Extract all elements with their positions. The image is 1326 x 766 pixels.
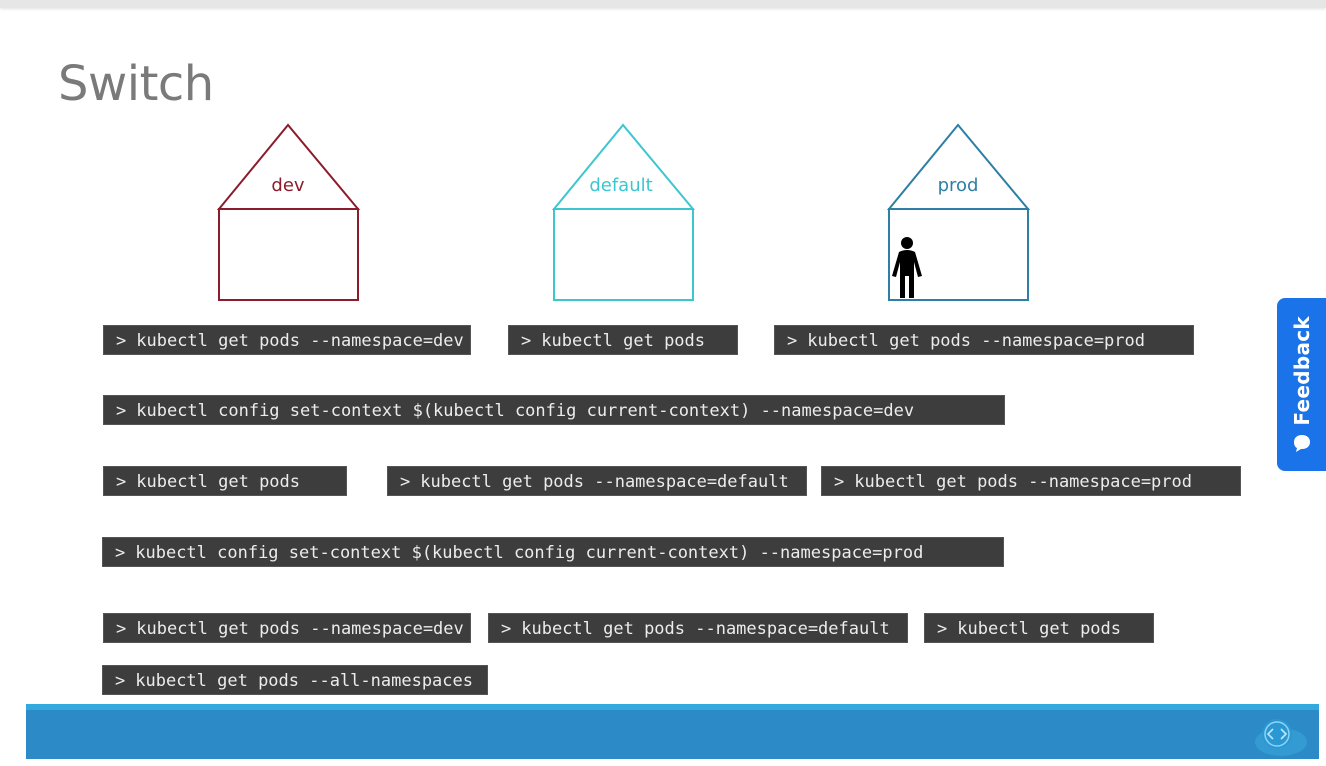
command-get-pods-default: > kubectl get pods --namespace=default (387, 466, 807, 496)
house-prod: prod (886, 123, 1031, 301)
command-get-pods-default: > kubectl get pods --namespace=default (488, 613, 908, 643)
command-get-pods-dev: > kubectl get pods --namespace=dev (103, 325, 471, 355)
slide-footer (26, 704, 1319, 759)
command-get-pods-all-namespaces: > kubectl get pods --all-namespaces (102, 665, 488, 695)
house-label-default: default (589, 175, 652, 196)
command-get-pods-dev: > kubectl get pods --namespace=dev (103, 613, 471, 643)
feedback-button[interactable]: Feedback (1277, 298, 1326, 471)
feedback-label: Feedback (1289, 315, 1314, 426)
namespace-houses: dev default prod (216, 123, 1031, 301)
command-set-context-dev: > kubectl config set-context $(kubectl co… (103, 395, 1005, 425)
command-get-pods: > kubectl get pods (103, 466, 347, 496)
house-label-prod: prod (938, 175, 979, 196)
house-default: default (551, 123, 696, 301)
command-set-context-prod: > kubectl config set-context $(kubectl co… (102, 537, 1004, 567)
house-label-dev: dev (271, 175, 305, 196)
speech-bubble-icon (1293, 435, 1310, 453)
house-dev: dev (216, 123, 361, 301)
command-get-pods: > kubectl get pods (924, 613, 1154, 643)
command-get-pods-prod: > kubectl get pods --namespace=prod (821, 466, 1241, 496)
command-get-pods: > kubectl get pods (508, 325, 738, 355)
person-icon (892, 237, 922, 298)
cloud-code-logo-icon (1255, 719, 1307, 756)
command-get-pods-prod: > kubectl get pods --namespace=prod (774, 325, 1194, 355)
